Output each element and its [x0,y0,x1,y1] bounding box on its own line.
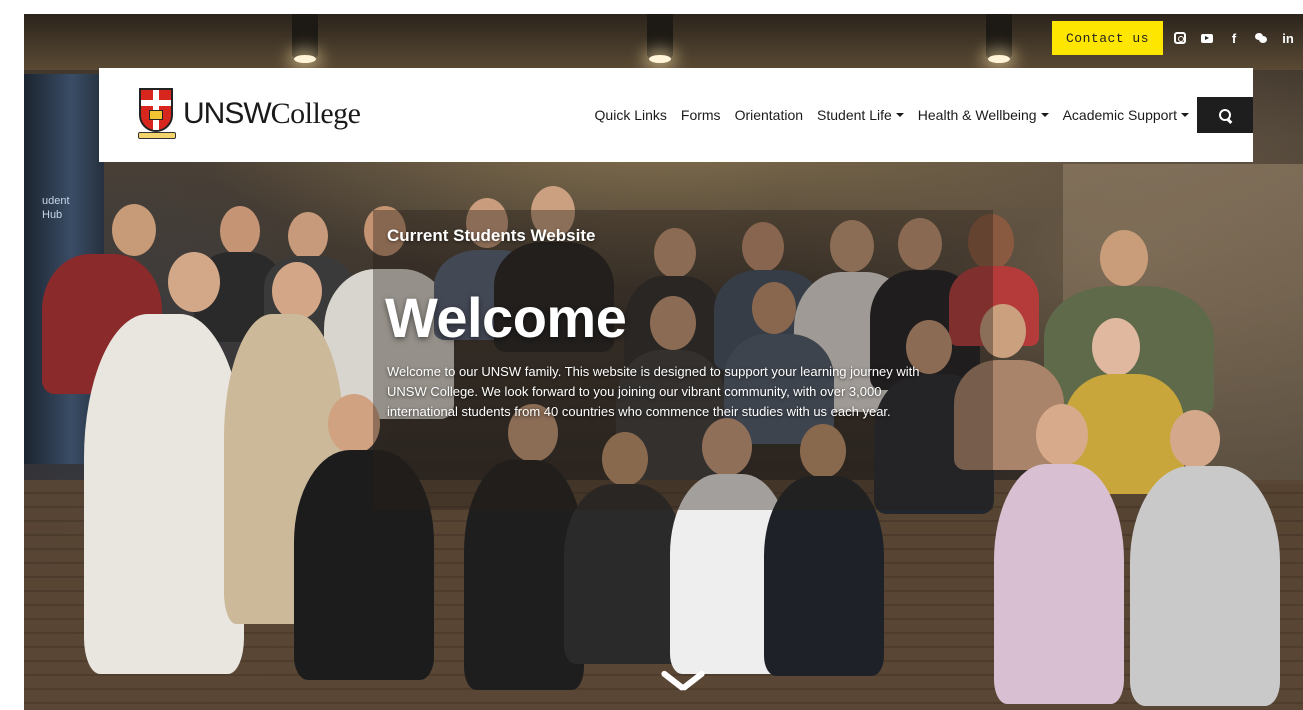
site-header: UNSWCollege Quick Links Forms Orientatio… [99,68,1253,162]
crest-icon [138,88,176,140]
facebook-icon[interactable]: f [1227,31,1241,46]
wechat-icon[interactable] [1254,31,1268,45]
nav-quick-links[interactable]: Quick Links [595,107,667,123]
caret-down-icon [1040,113,1049,117]
instagram-icon[interactable] [1173,31,1187,45]
main-nav: Quick Links Forms Orientation Student Li… [595,68,1189,162]
nav-forms[interactable]: Forms [681,107,721,123]
utility-bar: Contact us f in [1051,21,1303,55]
intro-text: Welcome to our UNSW family. This website… [387,364,920,419]
contact-us-button[interactable]: Contact us [1051,21,1163,55]
unsw-college-logo[interactable]: UNSWCollege [138,88,361,140]
caret-down-icon [1181,113,1189,117]
nav-academic-support[interactable]: Academic Support [1063,107,1189,123]
nav-orientation[interactable]: Orientation [735,107,803,123]
social-links: f in [1173,31,1303,46]
nav-health-wellbeing[interactable]: Health & Wellbeing [918,107,1049,123]
search-button[interactable] [1197,97,1253,133]
chevron-down-icon[interactable] [661,663,705,689]
caret-down-icon [895,113,904,117]
welcome-panel [373,210,993,510]
logo-text: UNSWCollege [183,97,361,130]
nav-student-life[interactable]: Student Life [817,107,904,123]
youtube-icon[interactable] [1200,31,1214,45]
linkedin-icon[interactable]: in [1281,31,1295,46]
page-title: Welcome [385,286,627,349]
search-icon [1218,108,1232,122]
site-kicker: Current Students Website [387,226,596,245]
